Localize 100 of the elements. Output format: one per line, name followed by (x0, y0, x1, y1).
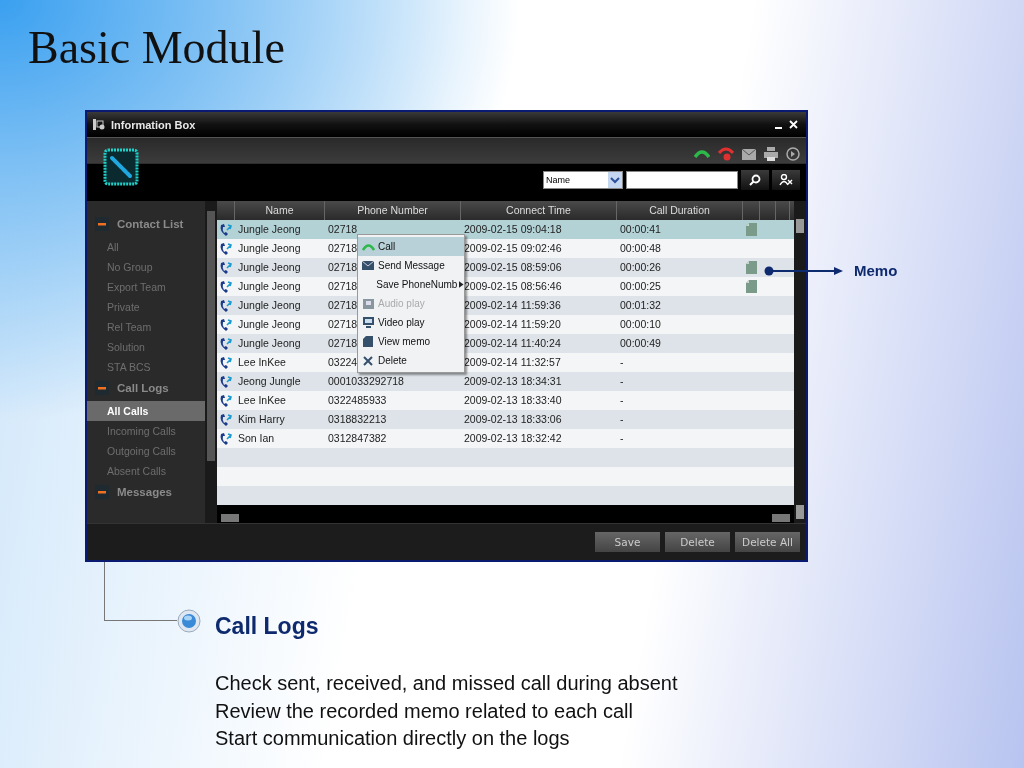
table-cell: 00:00:10 (620, 318, 661, 330)
callout-text: Review the recorded memo related to each call (215, 698, 634, 724)
table-cell: 2009-02-14 11:40:24 (464, 337, 561, 349)
table-cell: 2009-02-13 18:34:31 (464, 375, 562, 387)
printer-icon[interactable] (764, 147, 778, 161)
table-cell: Jungle Jeong (238, 337, 301, 349)
section-header[interactable]: Messages (117, 486, 172, 498)
envelope-icon[interactable] (742, 148, 756, 160)
table-cell: 0318832213 (328, 413, 387, 425)
clear-search-button[interactable] (772, 170, 800, 190)
bullet-icon (177, 609, 201, 633)
table-cell: 2009-02-14 11:59:36 (464, 299, 561, 311)
call-icon (219, 412, 233, 427)
menu-item[interactable]: Save PhoneNumb (358, 275, 464, 294)
table-cell: Jungle Jeong (238, 223, 301, 235)
table-cell: Lee InKee (238, 356, 286, 368)
table-cell: 2009-02-15 09:04:18 (464, 223, 562, 235)
film-icon (362, 298, 374, 309)
table-cell: 2009-02-13 18:32:42 (464, 432, 562, 444)
table-cell: 00:00:25 (620, 280, 661, 292)
table-cell: 00:00:41 (620, 223, 661, 235)
table-cell: 02718 (328, 337, 358, 349)
table-cell: - (620, 432, 624, 444)
table-cell: - (620, 413, 624, 425)
save-button[interactable]: Save (595, 532, 660, 552)
callout-text: Start communication directly on the logs (215, 726, 571, 751)
table-row[interactable]: Lee InKee 0322485933 2009-02-13 18:33:40 - (217, 391, 794, 410)
menu-item[interactable]: Delete (358, 351, 464, 370)
phone-icon[interactable] (694, 149, 710, 159)
table-cell: 0312847382 (328, 432, 387, 444)
sidebar-item[interactable]: All Calls (87, 401, 205, 421)
table-cell: - (620, 356, 624, 368)
dropdown-icon (608, 172, 622, 188)
envelope-icon (362, 261, 374, 270)
table-cell: 2009-02-13 18:33:06 (464, 413, 562, 425)
table-row[interactable]: Kim Harry 0318832213 2009-02-13 18:33:06 - (217, 410, 794, 429)
table-row[interactable]: Jeong Jungle 0001033292718 2009-02-13 18:34:31 - (217, 372, 794, 391)
table-cell: 03224 (328, 356, 358, 368)
table-cell: 02718 (328, 280, 358, 292)
table-row[interactable]: Jungle Jeong 02718 2009-02-15 09:04:18 00:00:41 (217, 220, 794, 239)
search-type-select[interactable]: Name (543, 171, 623, 189)
search-button[interactable] (741, 170, 769, 190)
table-cell: 00:00:26 (620, 261, 661, 273)
search-field[interactable] (626, 171, 738, 189)
table-cell: Jungle Jeong (238, 299, 301, 311)
call-icon (219, 317, 233, 332)
call-icon (219, 431, 233, 446)
table-cell: - (620, 375, 624, 387)
table-cell: 00:00:48 (620, 242, 661, 254)
table-cell: Jungle Jeong (238, 318, 301, 330)
window-icon (93, 119, 105, 130)
table-cell: Son Ian (238, 432, 275, 444)
hang-up-icon[interactable] (718, 147, 734, 161)
table-cell: 02718 (328, 242, 358, 254)
call-icon (219, 336, 233, 351)
call-icon (219, 298, 233, 313)
table-cell: Kim Harry (238, 413, 285, 425)
section-header[interactable]: Contact List (117, 218, 184, 230)
table-row[interactable]: Son Ian 0312847382 2009-02-13 18:32:42 - (217, 429, 794, 448)
table-cell: 2009-02-15 08:56:46 (464, 280, 562, 292)
menu-item[interactable]: View memo (358, 332, 464, 351)
window-title: Information Box (111, 118, 196, 131)
collapse-icon[interactable] (95, 381, 109, 395)
callout-heading: Call Logs (215, 612, 320, 640)
table-cell: - (620, 394, 624, 406)
table-cell: 2009-02-15 08:59:06 (464, 261, 562, 273)
table-cell: Jungle Jeong (238, 280, 301, 292)
menu-item[interactable]: Send Message (358, 256, 464, 275)
scrollbar[interactable] (205, 201, 217, 523)
person-x-icon (779, 174, 793, 186)
table-cell: Jungle Jeong (238, 242, 301, 254)
section-header[interactable]: Call Logs (117, 382, 169, 394)
scrollbar[interactable] (794, 201, 806, 523)
delete-button[interactable]: Delete (665, 532, 730, 552)
table-cell: 02718 (328, 223, 358, 235)
table-cell: 02718 (328, 299, 358, 311)
call-icon (219, 241, 233, 256)
slide-title: Basic Module (27, 21, 286, 75)
call-icon (219, 355, 233, 370)
menu-item[interactable]: Call (358, 237, 464, 256)
table-cell: Lee InKee (238, 394, 286, 406)
table-cell: 0001033292718 (328, 375, 404, 387)
delete-button[interactable]: Delete All (735, 532, 800, 552)
table-cell: 00:00:49 (620, 337, 661, 349)
call-icon (219, 374, 233, 389)
table-cell: 02718 (328, 261, 358, 273)
table-cell: Jeong Jungle (238, 375, 301, 387)
search-icon (749, 174, 761, 186)
collapse-icon[interactable] (95, 485, 109, 499)
submenu-arrow-icon (459, 281, 464, 288)
table-cell: 0322485933 (328, 394, 387, 406)
collapse-icon[interactable] (95, 217, 109, 231)
table-cell: 2009-02-14 11:59:20 (464, 318, 561, 330)
close-icon[interactable] (789, 120, 798, 129)
table-cell: Jungle Jeong (238, 261, 301, 273)
annotation-label: Memo (854, 262, 898, 279)
table-cell: 2009-02-14 11:32:57 (464, 356, 561, 368)
call-icon (219, 260, 233, 275)
phone-logo-icon (103, 148, 139, 186)
menu-item[interactable]: Video play (358, 313, 464, 332)
